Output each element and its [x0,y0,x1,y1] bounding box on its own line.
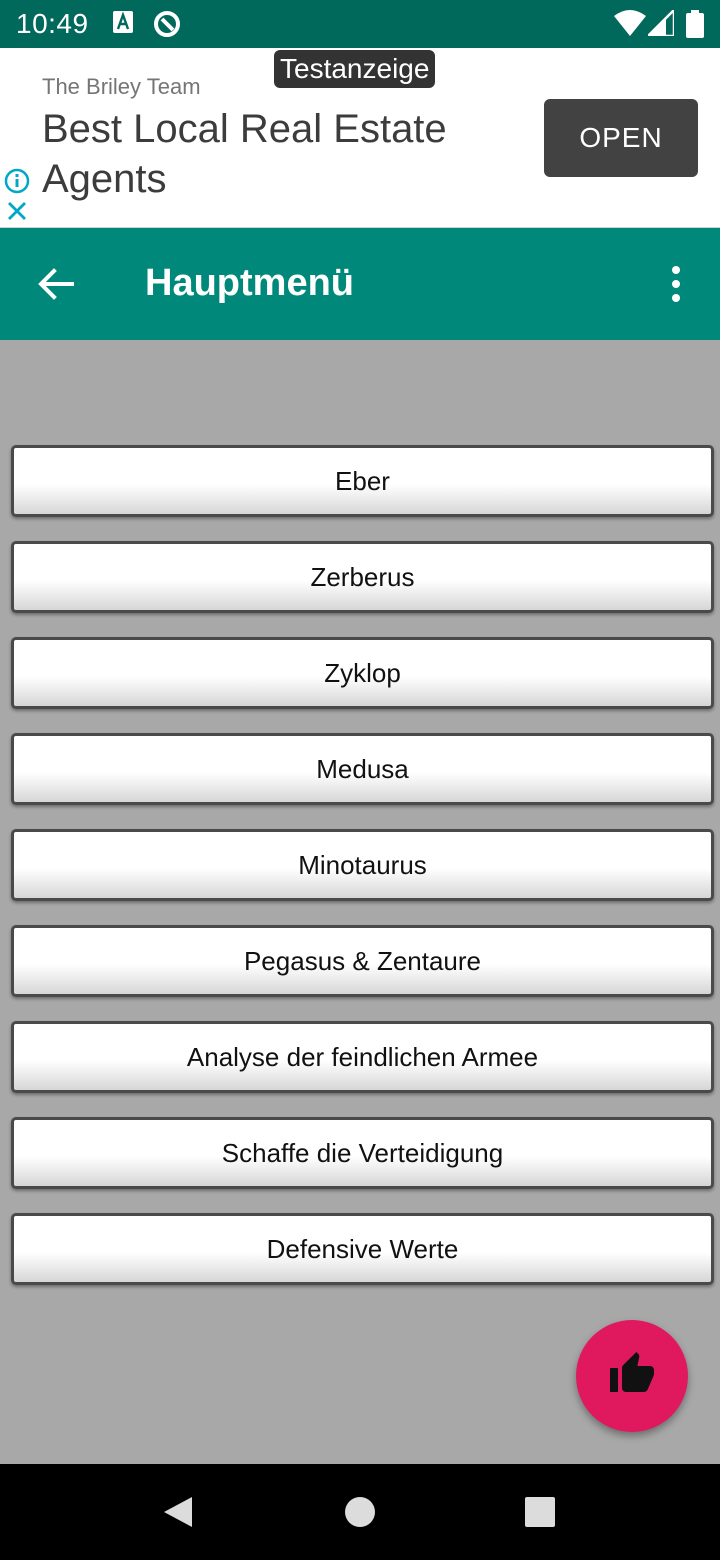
a-icon [113,11,133,33]
system-nav-bar [0,1464,720,1560]
home-circle-icon[interactable] [344,1496,376,1528]
menu-button-minotaurus[interactable]: Minotaurus [11,829,714,901]
q-icon [154,11,180,37]
signal-icon [648,10,674,36]
app-bar: Hauptmenü [0,228,720,340]
ad-banner[interactable]: Testanzeige The Briley Team Best Local R… [0,48,720,228]
back-arrow-icon[interactable] [36,264,76,304]
ad-open-button[interactable]: OPEN [544,99,698,177]
menu-button-zerberus[interactable]: Zerberus [11,541,714,613]
menu-button-eber[interactable]: Eber [11,445,714,517]
ad-headline[interactable]: Best Local Real Estate Agents [42,104,522,204]
wifi-icon [614,10,646,36]
info-icon[interactable] [4,168,30,194]
menu-button-zyklop[interactable]: Zyklop [11,637,714,709]
menu-button-medusa[interactable]: Medusa [11,733,714,805]
menu-button-pegasus-zentaure[interactable]: Pegasus & Zentaure [11,925,714,997]
page-title: Hauptmenü [145,262,354,304]
back-triangle-icon[interactable] [162,1496,194,1528]
test-ad-badge: Testanzeige [274,50,436,88]
menu-button-defensive-werte[interactable]: Defensive Werte [11,1213,714,1285]
battery-icon [686,10,704,38]
close-icon[interactable] [6,200,28,222]
status-bar: 10:49 [0,0,720,48]
more-vert-icon[interactable] [664,264,688,304]
status-time: 10:49 [16,8,89,39]
thumb-up-icon [610,1352,654,1392]
menu-button-analyse-armee[interactable]: Analyse der feindlichen Armee [11,1021,714,1093]
menu-button-verteidigung[interactable]: Schaffe die Verteidigung [11,1117,714,1189]
recents-square-icon[interactable] [524,1496,556,1528]
like-fab[interactable] [576,1320,688,1432]
ad-advertiser[interactable]: The Briley Team [42,74,201,100]
